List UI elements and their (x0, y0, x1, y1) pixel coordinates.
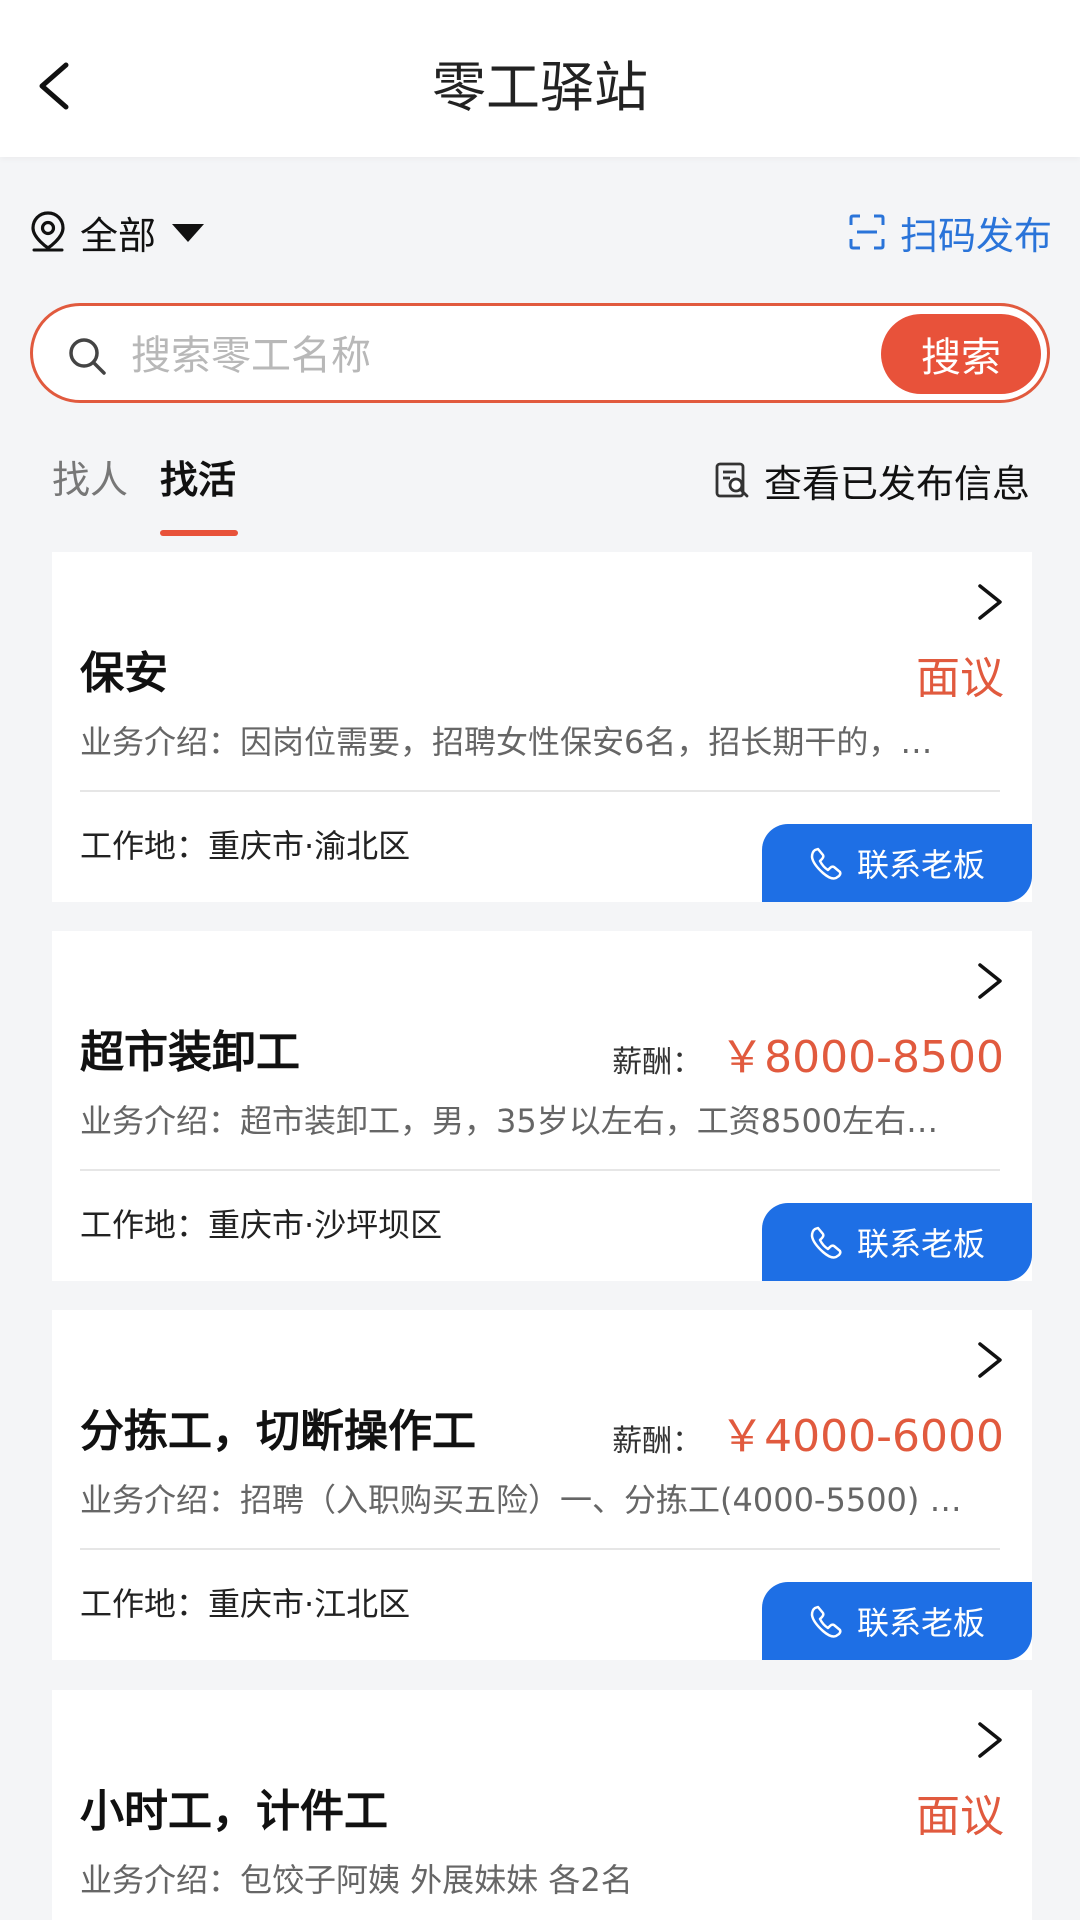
job-description: 业务介绍：超市装卸工，男，35岁以左右，工资8500左右… (80, 1102, 939, 1140)
contact-boss-button[interactable]: 联系老板 (762, 1203, 1032, 1281)
phone-icon (810, 1226, 842, 1259)
job-card[interactable]: 保安 面议 业务介绍：因岗位需要，招聘女性保安6名，招长期干的，… 工作地：重庆… (52, 552, 1032, 902)
tab-find-jobs[interactable]: 找活 (160, 448, 236, 512)
contact-boss-button[interactable]: 联系老板 (762, 1582, 1032, 1660)
job-card[interactable]: 小时工，计件工 面议 业务介绍：包饺子阿姨 外展妹妹 各2名 (52, 1690, 1032, 1920)
divider (80, 790, 1000, 792)
contact-boss-label: 联系老板 (856, 846, 985, 884)
contact-boss-button[interactable]: 联系老板 (762, 824, 1032, 902)
salary: 薪酬： ￥8000-8500 (612, 1021, 1004, 1085)
view-posted-label: 查看已发布信息 (763, 461, 1030, 506)
salary: 面议 (898, 1780, 1004, 1844)
chevron-right-icon[interactable] (976, 1720, 1004, 1760)
tab-find-people[interactable]: 找人 (52, 448, 128, 512)
chevron-right-icon[interactable] (976, 1340, 1004, 1380)
page-title: 零工驿站 (432, 56, 648, 119)
job-title: 分拣工，切断操作工 (80, 1406, 476, 1457)
job-title: 小时工，计件工 (80, 1786, 388, 1837)
top-bar: 零工驿站 (0, 0, 1080, 157)
phone-icon (810, 847, 842, 880)
map-pin-icon (31, 211, 65, 252)
location-filter[interactable]: 全部 (28, 200, 208, 264)
contact-boss-label: 联系老板 (856, 1225, 985, 1263)
document-search-icon (715, 462, 749, 498)
job-card[interactable]: 分拣工，切断操作工 薪酬： ￥4000-6000 业务介绍：招聘（入职购买五险）… (52, 1310, 1032, 1660)
scan-publish-label: 扫码发布 (899, 213, 1052, 258)
active-tab-indicator (160, 530, 238, 536)
salary: 薪酬： ￥4000-6000 (612, 1400, 1004, 1464)
search-bar: 搜索 (30, 303, 1050, 403)
salary-value: ￥8000-8500 (720, 1032, 1004, 1083)
job-description: 业务介绍：因岗位需要，招聘女性保安6名，招长期干的，… (80, 723, 933, 761)
search-icon (69, 338, 106, 375)
salary-value: 面议 (916, 1791, 1004, 1842)
salary-value: ￥4000-6000 (720, 1411, 1004, 1462)
salary-label: 薪酬： (612, 1045, 703, 1080)
salary: 面议 (898, 642, 1004, 706)
phone-icon (810, 1605, 842, 1638)
contact-boss-label: 联系老板 (856, 1604, 985, 1642)
divider (80, 1169, 1000, 1171)
workplace: 工作地：重庆市·沙坪坝区 (80, 1206, 443, 1244)
view-posted-button[interactable]: 查看已发布信息 (714, 448, 1030, 512)
caret-down-icon (172, 224, 205, 242)
workplace: 工作地：重庆市·渝北区 (80, 827, 411, 865)
job-title: 保安 (80, 648, 168, 699)
scan-icon (849, 214, 885, 250)
salary-value: 面议 (916, 653, 1004, 704)
job-description: 业务介绍：包饺子阿姨 外展妹妹 各2名 (80, 1861, 633, 1899)
search-button[interactable]: 搜索 (881, 314, 1041, 394)
chevron-right-icon[interactable] (976, 961, 1004, 1001)
job-title: 超市装卸工 (80, 1027, 300, 1078)
job-description: 业务介绍：招聘（入职购买五险）一、分拣工(4000-5500) … (80, 1481, 962, 1519)
location-label: 全部 (80, 213, 157, 258)
divider (80, 1548, 1000, 1550)
chevron-right-icon[interactable] (976, 582, 1004, 622)
salary-label: 薪酬： (612, 1424, 703, 1459)
workplace: 工作地：重庆市·江北区 (80, 1585, 411, 1623)
job-card[interactable]: 超市装卸工 薪酬： ￥8000-8500 业务介绍：超市装卸工，男，35岁以左右… (52, 931, 1032, 1281)
scan-publish-button[interactable]: 扫码发布 (848, 200, 1052, 264)
search-input[interactable] (129, 324, 873, 388)
